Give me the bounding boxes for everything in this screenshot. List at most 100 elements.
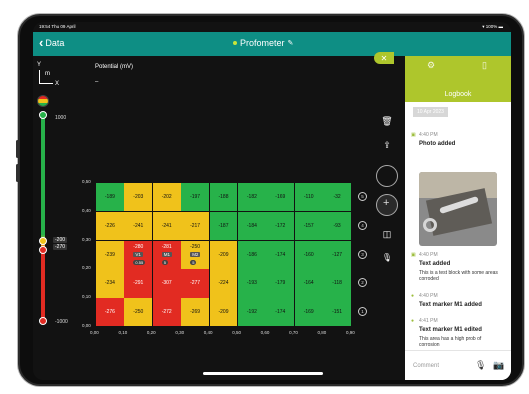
- comment-input[interactable]: Comment: [413, 363, 439, 369]
- x-tick-label: 0,30: [175, 330, 185, 335]
- heatmap-cell[interactable]: -32: [323, 183, 351, 212]
- scale-top-handle[interactable]: [39, 111, 47, 119]
- heatmap-cell[interactable]: -197: [181, 183, 209, 212]
- settings-icon[interactable]: ⚙: [427, 60, 435, 71]
- scale-bottom-label: -1000: [55, 319, 68, 325]
- scale-upper-threshold-handle[interactable]: [39, 237, 47, 245]
- heatmap-marker[interactable]: M1: [161, 251, 173, 257]
- row-number-badge[interactable]: 3: [358, 249, 367, 259]
- date-chip: 10 Apr 2023: [413, 107, 448, 117]
- heatmap-marker[interactable]: V1: [133, 251, 143, 257]
- heatmap-cell[interactable]: -277: [181, 269, 209, 298]
- heatmap-cell[interactable]: -151: [323, 298, 351, 327]
- heatmap-cell[interactable]: -169: [294, 298, 323, 327]
- volume-button: [16, 164, 19, 182]
- heatmap-cell[interactable]: -160: [294, 240, 323, 269]
- scale-marker-label: -270: [53, 244, 68, 250]
- add-marker-button[interactable]: +: [376, 194, 398, 216]
- logbook-title: Logbook: [444, 91, 472, 98]
- scale-bottom-handle[interactable]: [39, 317, 47, 325]
- heatmap-cell[interactable]: -241: [124, 211, 153, 240]
- row-number-badge[interactable]: 5: [358, 192, 367, 201]
- heatmap-cell[interactable]: -209: [209, 240, 238, 269]
- entry-photo[interactable]: [419, 172, 497, 246]
- potential-heatmap[interactable]: -189 -203 -202 -197 -188 -182 -169 -110 -32 -226-…: [96, 183, 352, 327]
- row-number-badge[interactable]: 2: [358, 278, 367, 288]
- heatmap-cell[interactable]: -157: [294, 211, 323, 240]
- heatmap-cell[interactable]: -179: [266, 269, 295, 298]
- comment-bar: Comment 🎙 📷: [405, 350, 511, 380]
- heatmap-cell[interactable]: -226: [96, 211, 124, 240]
- trash-icon[interactable]: 🗑: [380, 114, 394, 128]
- logbook-panel: ⚙ ▯ Logbook 10 Apr 2023 ▣ 4:40 PM Photo …: [405, 56, 511, 380]
- logbook-header: ⚙ ▯ Logbook: [405, 56, 511, 102]
- primary-action-button[interactable]: [376, 165, 398, 187]
- heatmap-cell[interactable]: -272: [152, 298, 181, 327]
- y-tick-label: 0,40: [82, 207, 91, 213]
- share-icon[interactable]: ⇪: [380, 138, 394, 152]
- heatmap-cell[interactable]: -188: [209, 183, 238, 212]
- heatmap-cell[interactable]: -203: [124, 183, 153, 212]
- top-bar: ‹ Data Profometer ✎: [33, 32, 511, 56]
- heatmap-cell[interactable]: -169: [266, 183, 295, 212]
- book-icon[interactable]: ▯: [482, 60, 487, 71]
- heatmap-cell[interactable]: -189: [96, 183, 124, 212]
- color-scale-icon[interactable]: [37, 95, 49, 107]
- heatmap-cell[interactable]: -269: [181, 298, 209, 327]
- y-tick-label: 0,30: [82, 236, 91, 242]
- heatmap-cell[interactable]: -193: [238, 269, 266, 298]
- heatmap-cell[interactable]: -209: [209, 298, 238, 327]
- app-screen: 19:54 Thu 09 April ▾ 100% ▬ ‹ Data Profo…: [33, 22, 511, 380]
- heatmap-cell[interactable]: -224: [209, 269, 238, 298]
- axis-x-label: X: [55, 81, 60, 87]
- entry-title: Text marker M1 edited: [419, 327, 482, 333]
- heatmap-cell[interactable]: -239: [96, 240, 124, 269]
- heatmap-cell[interactable]: -186: [238, 240, 266, 269]
- microphone-icon[interactable]: 🎙: [475, 360, 486, 371]
- x-tick-label: 0,70: [289, 330, 298, 335]
- scale-marker-label: -200: [53, 237, 68, 243]
- heatmap-cell[interactable]: -110: [294, 183, 323, 212]
- heatmap-cell[interactable]: -187: [209, 211, 238, 240]
- close-panel-button[interactable]: ✕: [374, 52, 394, 64]
- entry-title: Text added: [419, 261, 451, 267]
- page-title[interactable]: Profometer ✎: [233, 38, 293, 48]
- color-scale-slider[interactable]: [41, 115, 45, 321]
- heatmap-cell[interactable]: -184: [238, 211, 266, 240]
- heatmap-cell[interactable]: -164: [294, 269, 323, 298]
- status-time: 19:54 Thu 09 April: [39, 24, 76, 29]
- split-view-icon[interactable]: ◫: [380, 227, 394, 241]
- heatmap-cell[interactable]: -307: [152, 269, 181, 298]
- x-tick-label: 0,20: [146, 330, 156, 335]
- heatmap-cell[interactable]: -127: [323, 240, 351, 269]
- x-tick-label: 0,90: [346, 330, 355, 335]
- heatmap-cell[interactable]: -234: [96, 269, 124, 298]
- heatmap-cell[interactable]: -93: [323, 211, 351, 240]
- heatmap-cell[interactable]: -182: [238, 183, 266, 212]
- heatmap-marker[interactable]: M2: [190, 251, 201, 257]
- status-battery: ▾ 100% ▬: [482, 24, 503, 29]
- row-number-badge[interactable]: 1: [358, 307, 367, 317]
- row-number-badge[interactable]: 4: [358, 220, 367, 230]
- heatmap-cell[interactable]: -172: [266, 211, 295, 240]
- camera-icon[interactable]: 📷: [493, 360, 504, 371]
- x-tick-label: 0,10: [118, 330, 128, 335]
- heatmap-cell[interactable]: -118: [323, 269, 351, 298]
- close-icon: ✕: [380, 53, 388, 63]
- status-bar: 19:54 Thu 09 April ▾ 100% ▬: [33, 22, 511, 32]
- heatmap-cell[interactable]: -174: [266, 240, 295, 269]
- heatmap-cell[interactable]: -291: [124, 269, 153, 298]
- heatmap-cell[interactable]: -174: [266, 298, 295, 327]
- heatmap-cell[interactable]: -192: [238, 298, 266, 327]
- microphone-icon[interactable]: 🎙: [380, 250, 394, 264]
- heatmap-cell[interactable]: -217: [181, 211, 209, 240]
- heatmap-cell[interactable]: -241: [152, 211, 181, 240]
- back-button[interactable]: ‹ Data: [39, 36, 64, 49]
- heatmap-cell[interactable]: -276: [96, 298, 124, 327]
- entry-time: 4:40 PM: [419, 293, 438, 299]
- scale-lower-threshold-handle[interactable]: [39, 246, 47, 254]
- photo-entry-icon: ▣: [411, 132, 416, 138]
- heatmap-cell[interactable]: -202: [152, 183, 181, 212]
- heatmap-cell[interactable]: -250: [124, 298, 153, 327]
- y-tick-label: 0,10: [82, 294, 91, 300]
